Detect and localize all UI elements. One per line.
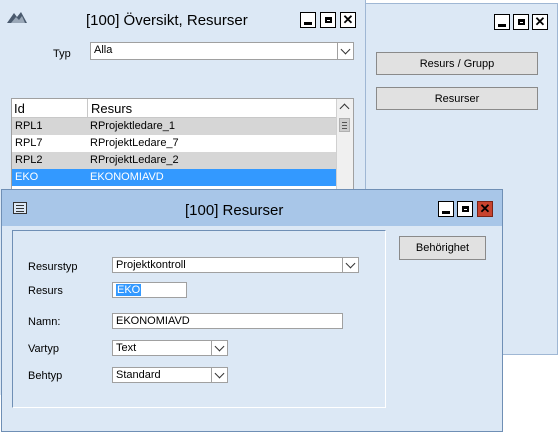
vartyp-label: Vartyp [28,343,59,355]
resurstyp-label: Resurstyp [28,261,78,273]
behtyp-value: Standard [116,369,161,381]
row-id: EKO [15,171,39,183]
row-id: RPL2 [15,154,43,166]
minimize-button[interactable] [300,12,316,28]
dropdown-button[interactable] [337,43,353,59]
resurser-window: [100] Resurser ✕ Behörighet Resurstyp Pr… [1,189,503,432]
scroll-up-icon[interactable] [339,103,350,114]
namn-value: EKONOMIAVD [116,315,190,327]
row-id: RPL7 [15,137,43,149]
close-icon: ✕ [534,14,546,29]
behtyp-dropdown[interactable]: Standard [112,367,228,383]
minimize-icon [442,210,450,214]
behorighet-button[interactable]: Behörighet [399,236,486,260]
minimize-icon [498,23,506,27]
namn-input[interactable]: EKONOMIAVD [112,313,343,329]
resurs-label: Resurs [28,285,63,297]
resource-table: Id Resurs RPL1 RProjektledare_1 RPL7 RPr… [11,98,354,190]
resurs-grupp-button[interactable]: Resurs / Grupp [376,52,538,75]
dropdown-button[interactable] [211,368,227,382]
row-resurs: RProjektLedare_2 [90,154,179,166]
maximize-button[interactable] [513,14,529,30]
resurstyp-value: Projektkontroll [116,259,186,271]
vartyp-value: Text [116,342,137,354]
window-menu-icon[interactable] [13,202,27,214]
chevron-down-icon [345,258,356,269]
resurs-input[interactable]: EKO [112,282,187,298]
window-title: [100] Resurser [185,202,284,219]
vartyp-dropdown[interactable]: Text [112,340,228,356]
column-header-resurs[interactable]: Resurs [91,101,132,116]
table-scrollbar[interactable] [336,99,353,189]
window-title: [100] Översikt, Resurser [86,12,248,29]
table-row[interactable]: RPL7 RProjektLedare_7 [12,135,352,152]
table-row-selected[interactable]: EKO EKONOMIAVD [12,169,352,186]
typ-value: Alla [94,44,113,56]
scroll-thumb[interactable] [339,118,350,132]
close-button[interactable]: ✕ [532,14,548,30]
chevron-down-icon [340,44,351,55]
minimize-button[interactable] [438,201,454,217]
table-header: Id Resurs [12,99,337,118]
resurser-button[interactable]: Resurser [376,87,538,110]
app-logo-icon [7,12,27,23]
close-button[interactable]: ✕ [340,12,356,28]
maximize-button[interactable] [320,12,336,28]
row-id: RPL1 [15,120,43,132]
typ-label: Typ [53,48,71,60]
close-button[interactable]: ✕ [477,201,493,217]
typ-dropdown[interactable]: Alla [90,42,354,60]
column-header-id[interactable]: Id [14,101,25,116]
close-icon: ✕ [479,201,491,216]
minimize-button[interactable] [494,14,510,30]
maximize-button[interactable] [457,201,473,217]
namn-label: Namn: [28,316,61,328]
minimize-icon [304,21,312,25]
behtyp-label: Behtyp [28,370,63,382]
table-row[interactable]: RPL2 RProjektLedare_2 [12,152,352,169]
resurs-value-selected: EKO [116,284,142,296]
close-icon: ✕ [342,12,354,27]
chevron-down-icon [214,341,225,352]
dropdown-button[interactable] [342,258,358,272]
title-bar: [100] Resurser ✕ [2,190,502,226]
row-resurs: RProjektLedare_7 [90,137,179,149]
dropdown-button[interactable] [211,341,227,355]
row-resurs: RProjektledare_1 [90,120,175,132]
maximize-icon [517,19,525,25]
column-divider [87,99,88,117]
table-row[interactable]: RPL1 RProjektledare_1 [12,118,352,136]
row-resurs: EKONOMIAVD [90,171,164,183]
maximize-icon [461,206,469,212]
chevron-down-icon [214,368,225,379]
maximize-icon [324,17,332,23]
resurstyp-dropdown[interactable]: Projektkontroll [112,257,359,273]
